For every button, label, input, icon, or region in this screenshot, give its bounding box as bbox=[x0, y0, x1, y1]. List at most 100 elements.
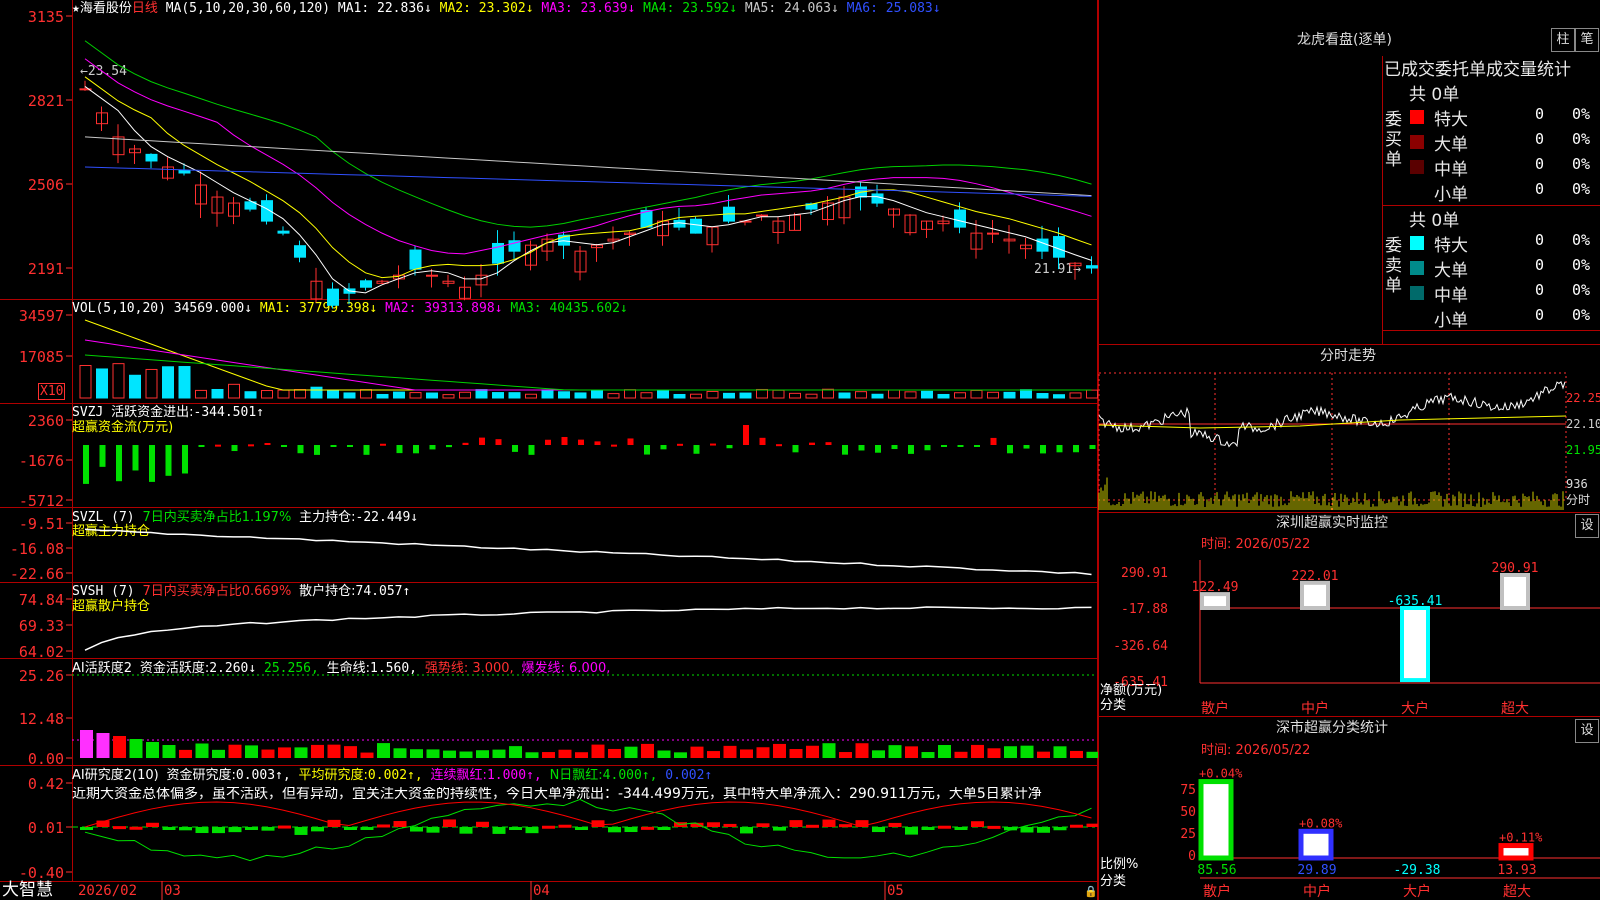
research-bar bbox=[476, 821, 489, 827]
candle bbox=[954, 209, 966, 228]
fund-flow-bar bbox=[198, 445, 205, 447]
volume-bar bbox=[376, 393, 389, 399]
fund-flow-bar bbox=[627, 438, 634, 445]
volume-bar bbox=[112, 363, 125, 399]
research-bar bbox=[509, 827, 522, 830]
order-pct: 0% bbox=[1572, 180, 1591, 198]
tick-mode-button[interactable]: 笔 bbox=[1575, 28, 1599, 52]
classify-change: +0.11% bbox=[1499, 831, 1543, 845]
monitor-category: 中户 bbox=[1301, 700, 1329, 717]
monitor-title: 深圳超赢实时监控 bbox=[1276, 515, 1388, 531]
candle bbox=[1053, 236, 1065, 258]
activity-bar bbox=[723, 745, 737, 758]
activity-bar bbox=[162, 745, 176, 758]
fund-flow-bar bbox=[330, 445, 337, 447]
vol-ma1-line bbox=[84, 319, 1092, 391]
volume-bar bbox=[789, 392, 801, 399]
research-bar bbox=[162, 827, 176, 830]
activity-bar bbox=[113, 736, 126, 758]
order-count: 0 bbox=[1535, 256, 1545, 274]
volume-bar bbox=[442, 394, 455, 399]
activity-bar bbox=[245, 745, 258, 758]
ma3-line bbox=[84, 58, 1092, 255]
order-color-swatch bbox=[1410, 160, 1424, 174]
volume-bar bbox=[937, 393, 950, 399]
volume-bar bbox=[558, 391, 570, 399]
candle bbox=[277, 230, 290, 234]
fund-flow-bar bbox=[479, 437, 485, 445]
fund-flow-bar bbox=[578, 439, 584, 445]
monitor-bar bbox=[1200, 592, 1230, 611]
volume-bar bbox=[492, 392, 504, 399]
fund-flow-bar bbox=[1007, 445, 1013, 454]
activity-bar bbox=[492, 749, 506, 758]
fund-flow-bar bbox=[743, 425, 749, 445]
classify-tick: 75 bbox=[1180, 783, 1196, 798]
candle bbox=[673, 219, 686, 228]
intraday-tick: 22.10 bbox=[1566, 417, 1600, 431]
research-bar bbox=[179, 827, 192, 831]
activity-bar bbox=[806, 745, 819, 758]
intraday-avg-line bbox=[1098, 415, 1567, 429]
activity-bar bbox=[195, 743, 209, 758]
classify-value: 13.93 bbox=[1497, 863, 1536, 878]
monitor-settings-button[interactable]: 设 bbox=[1575, 514, 1599, 538]
volume-bar bbox=[591, 390, 603, 399]
order-color-swatch bbox=[1410, 135, 1424, 149]
monitor-bar-label: -635.41 bbox=[1388, 594, 1443, 609]
activity-bar bbox=[888, 745, 902, 758]
classify-category: 中户 bbox=[1303, 883, 1331, 900]
activity-bar bbox=[360, 752, 374, 758]
research-bar bbox=[377, 824, 390, 828]
activity-bar bbox=[377, 743, 390, 758]
activity-bar bbox=[278, 747, 291, 758]
order-pct: 0% bbox=[1572, 281, 1591, 299]
monitor-tick: -326.64 bbox=[1113, 639, 1168, 654]
order-count: 0 bbox=[1535, 130, 1545, 148]
candle bbox=[145, 153, 158, 162]
research-bar bbox=[80, 827, 93, 830]
classify-change: +0.04% bbox=[1199, 767, 1243, 781]
candle bbox=[987, 232, 999, 235]
order-color-swatch bbox=[1410, 110, 1424, 124]
classify-tick: 25 bbox=[1180, 827, 1196, 842]
research-bar bbox=[938, 825, 951, 829]
research-bar bbox=[278, 825, 291, 829]
research-bar bbox=[228, 827, 242, 833]
research-bar bbox=[525, 827, 539, 834]
volume-bar bbox=[228, 383, 240, 399]
research-bar bbox=[426, 827, 440, 833]
research-bar bbox=[245, 827, 258, 830]
volume-bar bbox=[178, 366, 191, 399]
fund-flow-bar bbox=[462, 442, 469, 445]
fund-flow-bar bbox=[429, 445, 436, 450]
fund-flow-bar bbox=[512, 445, 518, 452]
monitor-bar-label: 222.01 bbox=[1292, 569, 1339, 584]
classify-tick: 50 bbox=[1180, 805, 1196, 820]
fund-flow-bar bbox=[413, 445, 419, 454]
research-bar bbox=[707, 822, 720, 827]
fund-flow-bar bbox=[776, 444, 782, 447]
classify-change: +0.08% bbox=[1299, 816, 1343, 830]
activity-bar bbox=[674, 752, 687, 758]
classify-settings-button[interactable]: 设 bbox=[1575, 719, 1599, 743]
buy-side-label: 委买单 bbox=[1385, 110, 1402, 170]
buy-total: 共 0单 bbox=[1409, 85, 1460, 105]
activity-bar bbox=[344, 746, 357, 758]
candle bbox=[871, 193, 884, 204]
kline-chart[interactable] bbox=[0, 0, 1098, 900]
ma2-line bbox=[84, 76, 1092, 279]
bar-mode-button[interactable]: 柱 bbox=[1551, 28, 1575, 52]
volume-bar bbox=[1053, 394, 1065, 399]
activity-bar bbox=[542, 752, 555, 758]
candle bbox=[178, 169, 191, 174]
classify-bar bbox=[1498, 843, 1534, 861]
activity-bar bbox=[1070, 750, 1083, 758]
research-bar bbox=[657, 827, 671, 830]
activity-bar bbox=[575, 752, 588, 758]
research-bar bbox=[1086, 823, 1098, 827]
volume-bar bbox=[277, 389, 290, 399]
fund-flow-bar bbox=[726, 445, 733, 449]
fund-flow-bar bbox=[314, 445, 320, 455]
research-bar bbox=[987, 825, 1001, 829]
